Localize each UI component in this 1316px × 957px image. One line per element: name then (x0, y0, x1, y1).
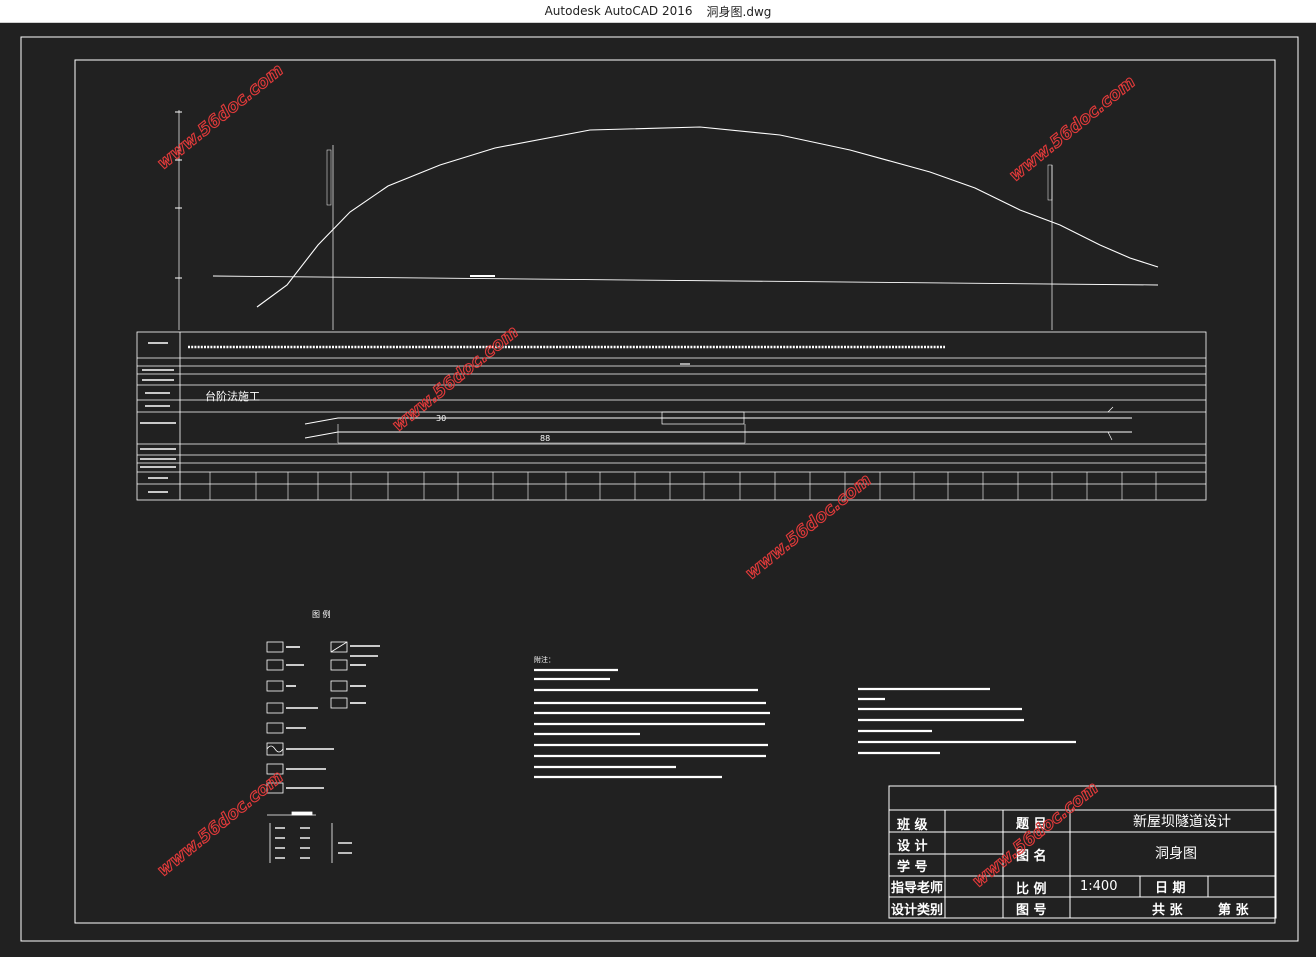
watermark-4: www.56doc.com (742, 470, 876, 584)
title-block-drawing-name-value: 洞身图 (1155, 846, 1197, 862)
title-block-class-label: 班 级 (897, 817, 929, 833)
dimension-30: 30 (436, 414, 446, 423)
title-block-scale-label: 比 例 (1016, 881, 1047, 897)
watermark-2: www.56doc.com (1006, 72, 1140, 186)
drawing-canvas[interactable]: 台阶法施工 30 88 图 例 附注： 班 级 设 计 学 号 指导老师 设计类… (0, 23, 1316, 953)
outer-border (20, 36, 1299, 942)
title-block-design-label: 设 计 (897, 838, 928, 854)
cad-drawing[interactable]: 台阶法施工 30 88 图 例 附注： 班 级 设 计 学 号 指导老师 设计类… (0, 23, 1316, 953)
file-name: 洞身图.dwg (706, 4, 772, 19)
title-block-date-label: 日 期 (1155, 881, 1186, 896)
dimension-88: 88 (540, 434, 550, 443)
title-block-student-id-label: 学 号 (897, 859, 928, 875)
legend-title: 图 例 (312, 609, 331, 619)
ground-profile-line (256, 126, 1159, 308)
construction-method-label: 台阶法施工 (205, 389, 260, 403)
title-block-design-type-label: 设计类别 (891, 902, 943, 918)
title-block-sheet-num: 第 张 (1218, 902, 1250, 918)
app-title: Autodesk AutoCAD 2016 (544, 4, 693, 18)
title-block-sheet-total: 共 张 (1152, 902, 1184, 918)
notes: 附注： (534, 655, 1076, 779)
title-block-drawing-no-label: 图 号 (1016, 903, 1047, 918)
watermark-6: www.56doc.com (969, 778, 1103, 892)
title-block-scale-value: 1:400 (1080, 879, 1117, 894)
watermark-3: www.56doc.com (389, 322, 523, 436)
profile-graph (175, 110, 1159, 330)
legend (266, 641, 380, 863)
title-block-topic-value: 新屋坝隧道设计 (1133, 814, 1231, 830)
notes-title: 附注： (534, 655, 555, 664)
profile-table (136, 331, 1207, 501)
title-block-advisor-label: 指导老师 (891, 880, 943, 896)
tunnel-grade-line (212, 275, 1159, 286)
watermark-5: www.56doc.com (154, 767, 288, 881)
window-title-bar: Autodesk AutoCAD 2016 洞身图.dwg (0, 0, 1316, 23)
watermark-1: www.56doc.com (154, 60, 288, 174)
